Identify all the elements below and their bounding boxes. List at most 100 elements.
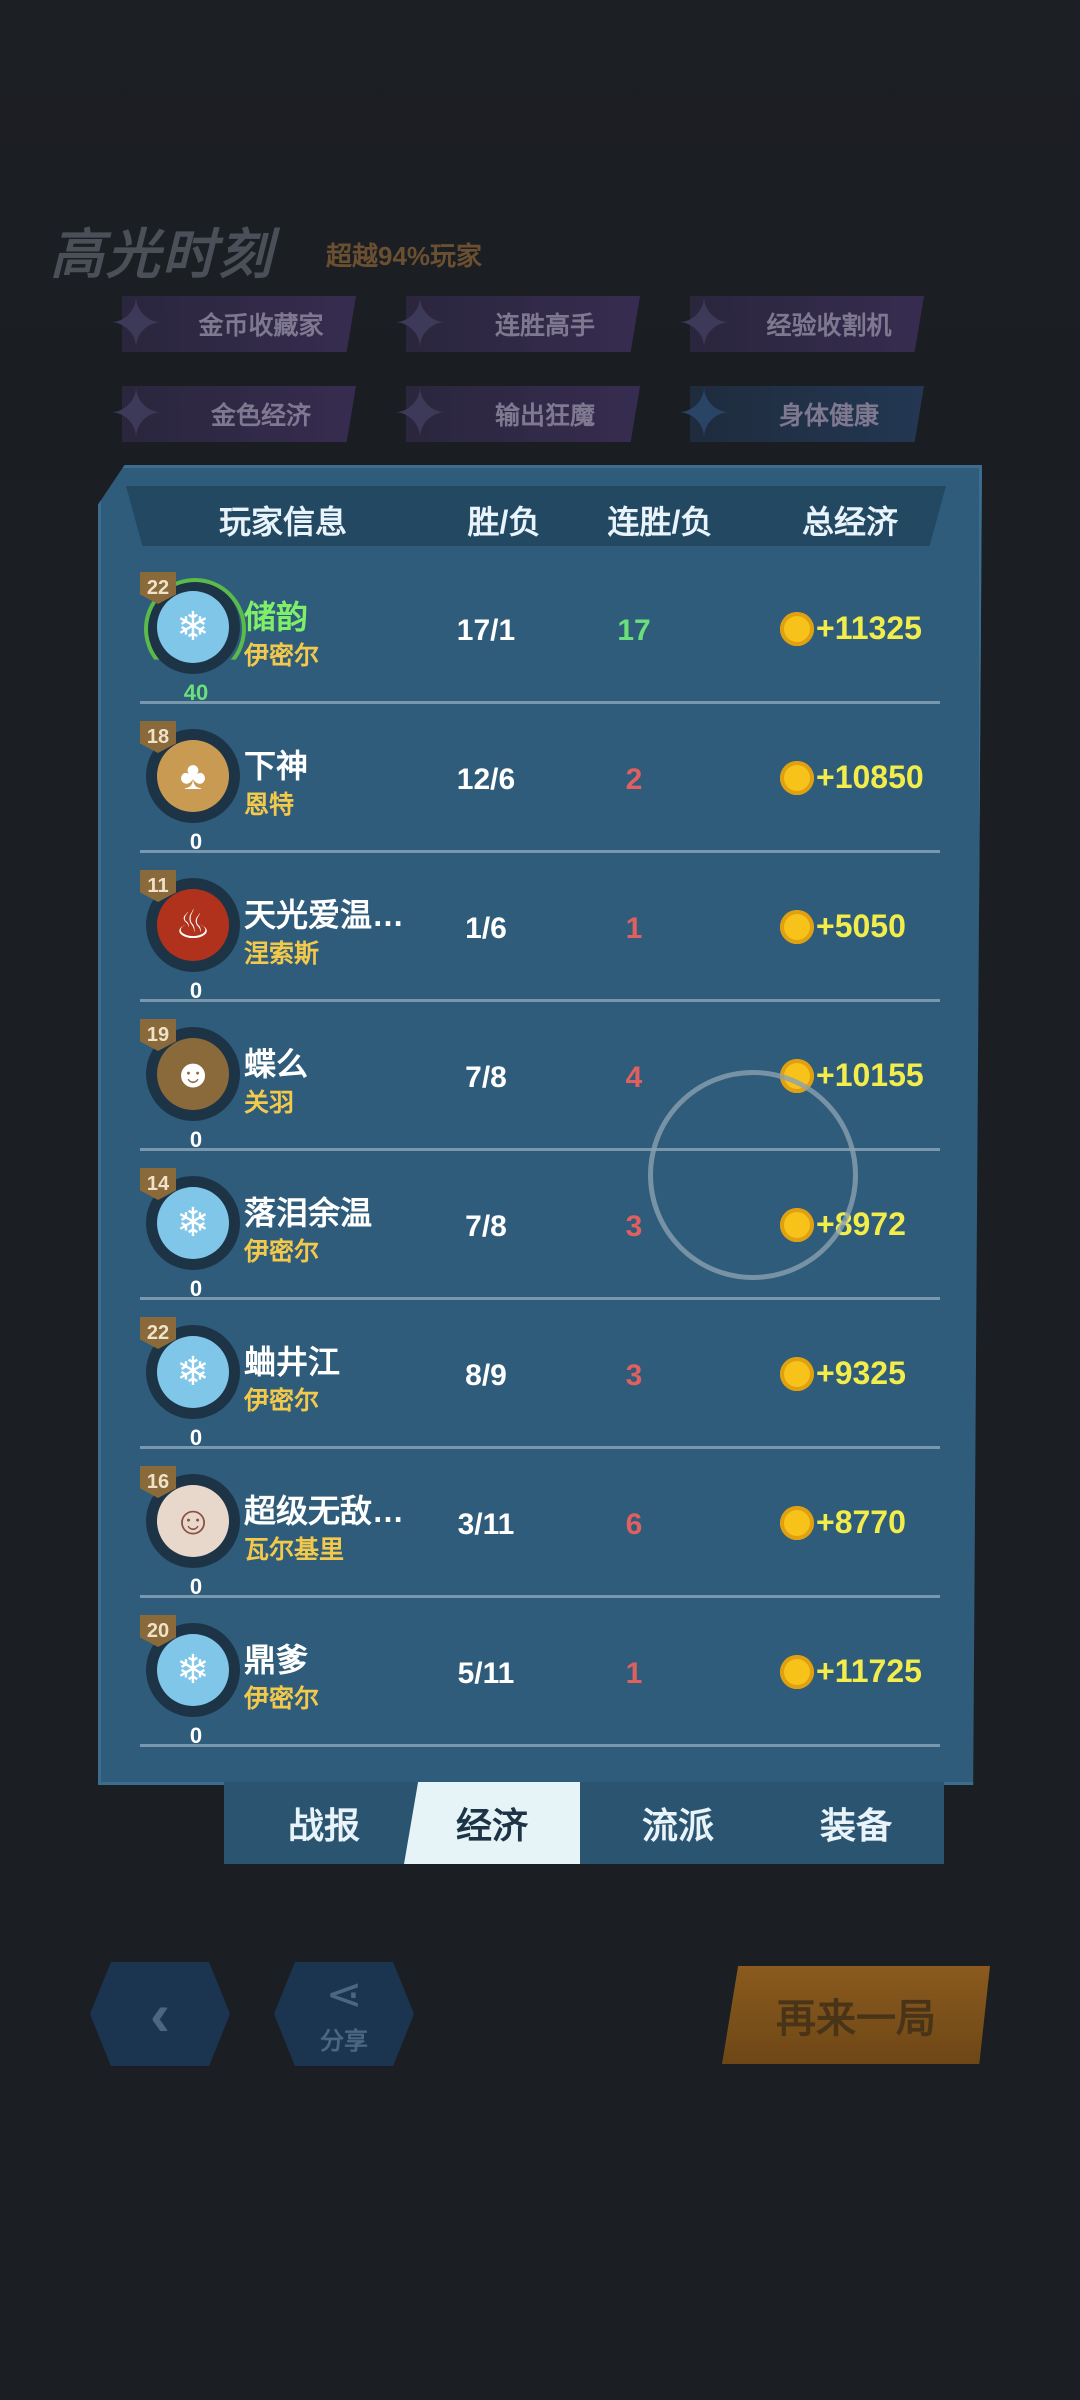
win-loss: 7/8 (465, 1061, 507, 1094)
share-button[interactable]: ⋖ 分享 (274, 1962, 414, 2066)
tab-economy[interactable]: 经济 (404, 1782, 580, 1864)
win-loss: 5/11 (457, 1657, 515, 1690)
hero-name: 伊密尔 (244, 1238, 320, 1266)
avatar[interactable]: ♨ 11 0 (140, 870, 240, 1003)
win-loss: 17/1 (456, 614, 516, 647)
badge-label: 金币收藏家 (198, 312, 324, 340)
hero-portrait-icon: ♨ (157, 889, 229, 961)
hero-name: 伊密尔 (244, 642, 320, 670)
highlight-title: 高光时刻 (50, 225, 274, 285)
hero-name: 关羽 (244, 1089, 295, 1117)
streak: 2 (625, 763, 643, 796)
badge-damage-dealer[interactable]: ✦ 输出狂魔 (390, 380, 640, 448)
streak: 1 (625, 912, 643, 945)
back-icon: ‹ (150, 1980, 170, 2048)
coin-icon (780, 1654, 814, 1689)
player-name: 蛐井江 (244, 1344, 341, 1380)
win-loss: 12/6 (456, 763, 516, 796)
hero-portrait-icon: ❄ (157, 1187, 229, 1259)
touch-indicator (648, 1070, 858, 1280)
coin-icon (780, 1505, 814, 1540)
win-loss: 1/6 (465, 912, 507, 945)
tab-equipment[interactable]: 装备 (768, 1782, 944, 1864)
streak: 6 (625, 1508, 643, 1541)
header-player: 玩家信息 (218, 504, 347, 540)
header-streak: 连胜/负 (607, 504, 713, 540)
hero-name: 涅索斯 (244, 940, 320, 968)
badge-label: 连胜高手 (494, 312, 595, 340)
table-row[interactable]: ♨ 11 0 天光爱温… 涅索斯 1/6 1 +5050 (136, 854, 940, 1003)
share-label: 分享 (320, 2027, 368, 2055)
avatar[interactable]: ☺ 16 0 (140, 1466, 240, 1599)
hero-portrait-icon: ❄ (157, 1634, 229, 1706)
hero-portrait-icon: ❄ (157, 1336, 229, 1408)
header-win-loss: 胜/负 (467, 504, 541, 540)
avatar[interactable]: ❄ 14 0 (140, 1168, 240, 1301)
hero-portrait-icon: ❄ (157, 591, 229, 663)
streak: 4 (625, 1061, 643, 1094)
hero-name: 伊密尔 (244, 1685, 320, 1713)
coin-icon (780, 760, 814, 795)
coin-icon (780, 909, 814, 944)
win-loss: 7/8 (465, 1210, 507, 1243)
hero-portrait-icon: ♣ (157, 740, 229, 812)
gold-value: +5050 (780, 908, 906, 945)
play-again-button[interactable]: 再来一局 (722, 1966, 990, 2064)
player-name: 鼎爹 (244, 1642, 309, 1678)
badge-label: 经验收割机 (766, 312, 892, 340)
win-loss: 3/11 (457, 1508, 515, 1541)
gold-value: +11725 (780, 1653, 922, 1690)
gold-value: +8770 (780, 1504, 906, 1541)
player-name: 储韵 (244, 599, 309, 635)
star-icon: ✦ (391, 376, 449, 452)
tab-battle-report[interactable]: 战报 (236, 1782, 412, 1864)
badge-healthy[interactable]: ✦ 身体健康 (674, 380, 924, 448)
gold-value: +11325 (780, 610, 922, 647)
badge-label: 输出狂魔 (494, 402, 595, 430)
player-name: 落泪余温 (244, 1195, 373, 1231)
highlight-subtitle: 超越94%玩家 (326, 241, 483, 271)
avatar[interactable]: ❄ 22 0 (140, 1317, 240, 1450)
avatar[interactable]: ❄ 20 0 (140, 1615, 240, 1748)
tab-bar: 战报 经济 流派 装备 (224, 1782, 944, 1864)
avatar[interactable]: ☻ 19 0 (140, 1019, 240, 1152)
streak: 1 (625, 1657, 643, 1690)
star-icon: ✦ (675, 286, 733, 362)
streak: 17 (617, 614, 651, 647)
player-name: 蝶么 (244, 1046, 309, 1082)
table-row[interactable]: ♣ 18 0 下神 恩特 12/6 2 +10850 (136, 705, 940, 854)
badge-win-streak[interactable]: ✦ 连胜高手 (390, 290, 640, 358)
table-row[interactable]: ❄ 22 40 储韵 伊密尔 17/1 17 +11325 (136, 556, 940, 705)
hero-name: 伊密尔 (244, 1387, 320, 1415)
tab-build[interactable]: 流派 (590, 1782, 766, 1864)
share-icon: ⋖ (325, 1969, 363, 2019)
table-row[interactable]: ❄ 22 0 蛐井江 伊密尔 8/9 3 +9325 (136, 1301, 940, 1450)
player-name: 天光爱温… (244, 897, 405, 933)
avatar[interactable]: ❄ 22 40 (140, 572, 246, 705)
hero-name: 恩特 (244, 791, 295, 819)
gold-value: +9325 (780, 1355, 906, 1392)
badge-exp-harvester[interactable]: ✦ 经验收割机 (674, 290, 924, 358)
badge-label: 金色经济 (210, 402, 311, 430)
badge-coin-collector[interactable]: ✦ 金币收藏家 (106, 290, 356, 358)
win-loss: 8/9 (465, 1359, 507, 1392)
header-economy: 总经济 (801, 504, 898, 540)
player-name: 超级无敌… (244, 1493, 405, 1529)
hero-portrait-icon: ☺ (157, 1485, 229, 1557)
badge-gold-economy[interactable]: ✦ 金色经济 (106, 380, 356, 448)
star-icon: ✦ (675, 376, 733, 452)
star-icon: ✦ (107, 376, 165, 452)
hero-name: 瓦尔基里 (244, 1536, 345, 1564)
avatar[interactable]: ♣ 18 0 (140, 721, 240, 854)
table-row[interactable]: ☺ 16 0 超级无敌… 瓦尔基里 3/11 6 +8770 (136, 1450, 940, 1599)
table-row[interactable]: ❄ 20 0 鼎爹 伊密尔 5/11 1 +11725 (136, 1599, 940, 1748)
star-icon: ✦ (107, 286, 165, 362)
player-name: 下神 (244, 748, 309, 784)
back-button[interactable]: ‹ (90, 1962, 230, 2066)
coin-icon (780, 611, 814, 646)
badge-label: 身体健康 (778, 402, 879, 430)
gold-value: +10850 (780, 759, 924, 796)
star-icon: ✦ (391, 286, 449, 362)
streak: 3 (625, 1359, 643, 1392)
hero-portrait-icon: ☻ (157, 1038, 229, 1110)
